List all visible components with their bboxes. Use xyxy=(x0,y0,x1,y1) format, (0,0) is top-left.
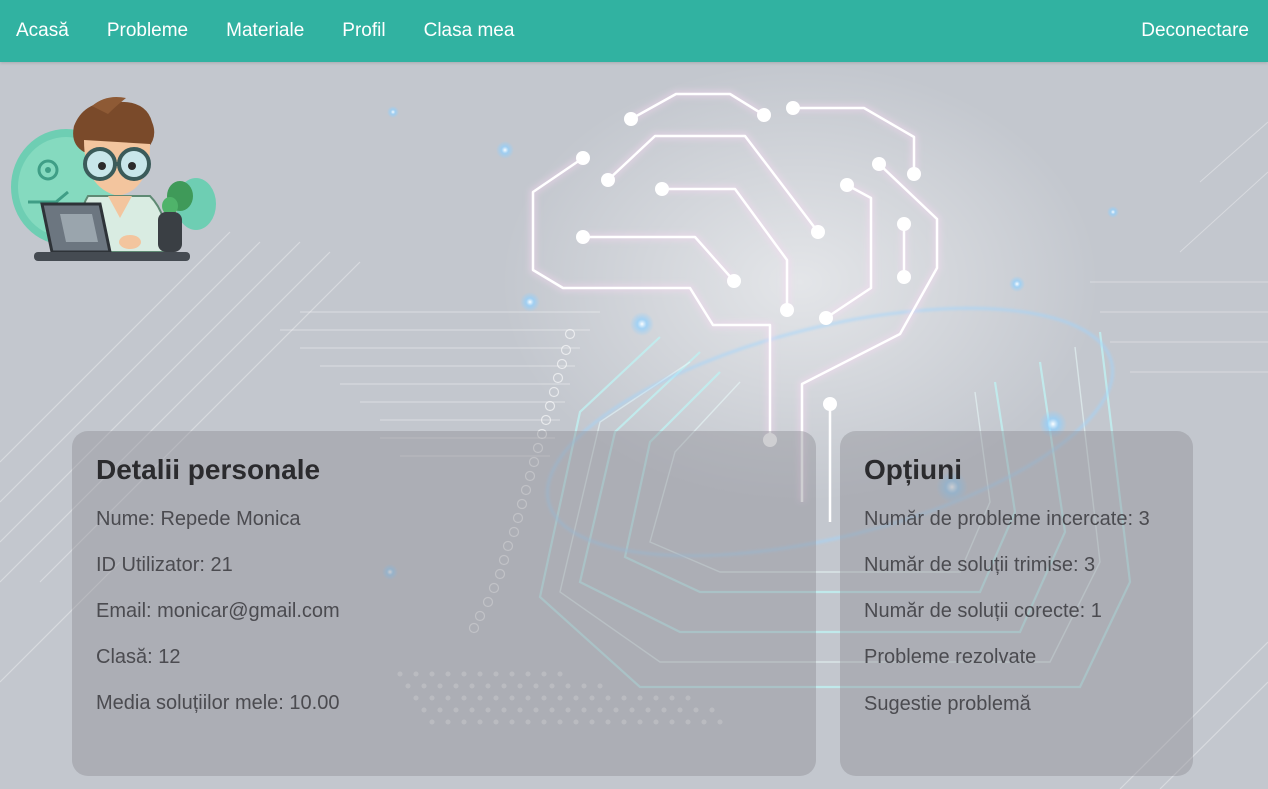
options-title: Opțiuni xyxy=(864,454,962,485)
submitted-solutions-text: Număr de soluții trimise: 3 xyxy=(864,554,1096,576)
user-email-text: Email: monicar@gmail.com xyxy=(96,600,340,622)
user-name-text: Nume: Repede Monica xyxy=(96,508,301,530)
nav-problems-link[interactable]: Probleme xyxy=(107,0,188,62)
top-navbar: Acasă Probleme Materiale Profil Clasa me… xyxy=(0,0,1268,62)
personal-details-title: Detalii personale xyxy=(96,454,321,485)
logout-link[interactable]: Deconectare xyxy=(1141,0,1249,62)
solutions-average-text: Media soluțiilor mele: 10.00 xyxy=(96,692,340,714)
user-class-text: Clasă: 12 xyxy=(96,646,181,668)
nav-materials-link[interactable]: Materiale xyxy=(226,0,304,62)
user-id-text: ID Utilizator: 21 xyxy=(96,554,233,576)
programmer-avatar-icon xyxy=(11,97,216,261)
nav-home-link[interactable]: Acasă xyxy=(16,0,69,62)
options-card: Opțiuni Număr de probleme incercate: 3 N… xyxy=(840,431,1193,776)
attempted-problems-text: Număr de probleme incercate: 3 xyxy=(864,508,1150,530)
solved-problems-link[interactable]: Probleme rezolvate xyxy=(864,645,1185,669)
nav-my-class-link[interactable]: Clasa mea xyxy=(424,0,515,62)
correct-solutions-text: Număr de soluții corecte: 1 xyxy=(864,600,1102,622)
suggest-problem-link[interactable]: Sugestie problemă xyxy=(864,692,1185,716)
personal-details-card: Detalii personale Nume: Repede Monica ID… xyxy=(72,431,816,776)
nav-profile-link[interactable]: Profil xyxy=(342,0,385,62)
